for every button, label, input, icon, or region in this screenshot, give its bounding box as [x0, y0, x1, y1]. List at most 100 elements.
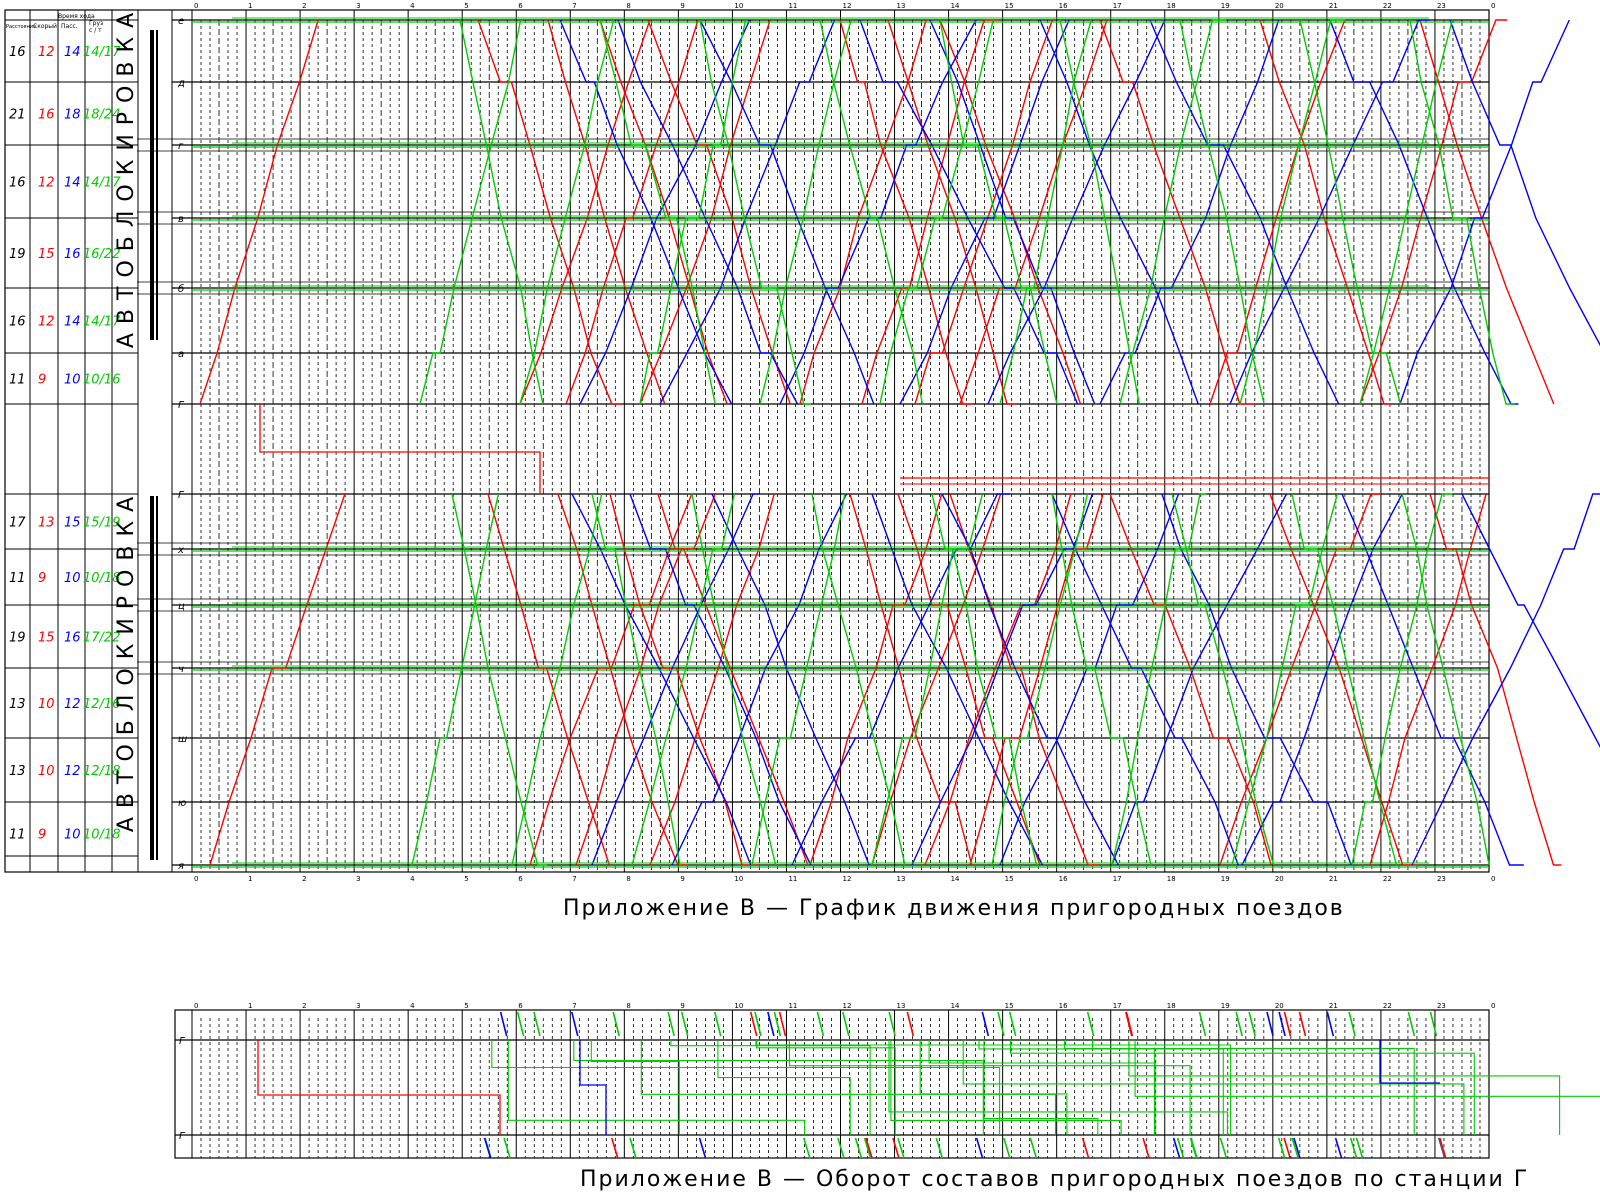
hour-label-bottom: 5	[464, 875, 468, 883]
turnaround-arrival	[516, 1011, 525, 1037]
segment-distance: 11	[9, 571, 26, 586]
segment-pass-time: 14	[64, 45, 81, 60]
turnaround-arrival	[533, 1011, 541, 1037]
turnaround-station-label: Г	[179, 1036, 186, 1047]
segment-fast-time: 10	[38, 697, 55, 712]
station-label: а	[178, 349, 184, 360]
segment-fast-time: 10	[38, 764, 55, 779]
signal-bar	[156, 496, 158, 860]
hour-label-top: 19	[1221, 2, 1230, 10]
header-pass: Пасс.	[61, 23, 78, 30]
hour-label-bottom: 2	[302, 875, 306, 883]
turnaround-link	[257, 1040, 501, 1135]
hour-label-top: 1	[248, 2, 252, 10]
hour-label-top: 18	[1167, 2, 1176, 10]
signal-bar	[156, 30, 158, 340]
segment-pass-time: 16	[64, 247, 81, 262]
turnaround-hour-label: 10	[734, 1002, 743, 1010]
segment-pass-time: 10	[64, 373, 81, 388]
turnaround-departure	[1439, 1137, 1447, 1159]
train-line	[1461, 493, 1600, 748]
station-label: ш	[178, 734, 187, 745]
hour-label-top: 3	[356, 2, 360, 10]
turnaround-arrival	[1125, 1011, 1134, 1037]
segment-pass-time: 16	[64, 631, 81, 646]
turnaround-hour-label: 12	[843, 1002, 852, 1010]
segment-fast-time: 13	[38, 516, 55, 531]
turnaround-hour-label: 21	[1329, 1002, 1338, 1010]
hour-label-bottom: 0	[194, 875, 198, 883]
turnaround-caption: Приложение В — Оборот составов пригородн…	[580, 1167, 1530, 1192]
hour-label-bottom: 12	[843, 875, 852, 883]
train-line	[1341, 493, 1524, 866]
turnaround-arrival	[571, 1011, 579, 1037]
turnaround-hour-label: 17	[1113, 1002, 1122, 1010]
station-label: е	[178, 16, 184, 27]
hour-label-top: 4	[410, 2, 415, 10]
turnaround-departure	[975, 1137, 984, 1159]
signal-bar	[150, 496, 154, 860]
segment-pass-time: 18	[64, 108, 81, 123]
turnaround-link	[507, 1040, 806, 1135]
hour-label-bottom: 16	[1059, 875, 1068, 883]
turnaround-departure	[1189, 1137, 1198, 1159]
turnaround-hour-label: 9	[680, 1002, 684, 1010]
station-label: ц	[178, 601, 185, 612]
turnaround-hour-label: 18	[1167, 1002, 1176, 1010]
turnaround-station-label: Г	[179, 1131, 186, 1142]
autoblock-label: АВТОБЛОКИРОВКА	[114, 488, 139, 832]
train-line	[871, 493, 1002, 866]
hour-label-bottom: 14	[951, 875, 960, 883]
hour-label-bottom: 3	[356, 875, 360, 883]
hour-label-bottom: 0	[1491, 875, 1495, 883]
segment-pass-time: 14	[64, 315, 81, 330]
turnaround-hour-label: 13	[897, 1002, 906, 1010]
turnaround-arrival	[1407, 1011, 1416, 1037]
turnaround-hour-label: 6	[518, 1002, 523, 1010]
segment-freight-time: 10/16	[83, 373, 120, 388]
turnaround-departure	[1142, 1137, 1150, 1159]
train-line	[575, 493, 716, 866]
train-line	[411, 493, 500, 866]
station-label: Г	[178, 490, 185, 501]
hour-label-bottom: 6	[518, 875, 523, 883]
hour-label-top: 9	[680, 2, 684, 10]
hour-label-top: 12	[843, 2, 852, 10]
hour-label-top: 0	[1491, 2, 1495, 10]
hour-label-top: 14	[951, 2, 960, 10]
turnaround-link	[1134, 1040, 1600, 1097]
main-schedule-grid: 0011223344556677889910101111121213131414…	[4, 2, 1495, 883]
turnaround-departure	[1029, 1137, 1038, 1159]
train-line	[1231, 493, 1338, 866]
station-label: в	[178, 214, 184, 225]
turnaround-hour-label: 22	[1383, 1002, 1392, 1010]
turnaround-hour-label: 1	[248, 1002, 252, 1010]
header-distance: Расстояние	[6, 24, 36, 30]
station-label: Г	[178, 400, 185, 411]
hour-label-bottom: 8	[626, 875, 630, 883]
turnaround-departure	[698, 1137, 707, 1159]
hour-label-top: 23	[1437, 2, 1446, 10]
segment-distance: 16	[9, 315, 26, 330]
train-line	[209, 493, 346, 866]
train-line	[1111, 493, 1207, 866]
station-label: б	[178, 283, 184, 295]
turnaround-hour-label: 23	[1437, 1002, 1446, 1010]
segment-distance: 13	[9, 697, 26, 712]
header-freight: Груз	[89, 20, 103, 27]
segment-fast-time: 12	[38, 176, 55, 191]
hour-label-bottom: 7	[572, 875, 576, 883]
autoblock-label: АВТОБЛОКИРОВКА	[114, 4, 139, 348]
segment-pass-time: 15	[64, 516, 81, 531]
hour-label-bottom: 20	[1275, 875, 1284, 883]
turnaround-departure	[1003, 1137, 1011, 1159]
hour-label-bottom: 22	[1383, 875, 1392, 883]
turnaround-departure	[1219, 1137, 1228, 1159]
turnaround-departure	[1283, 1137, 1291, 1159]
station-label: х	[177, 545, 184, 556]
train-line	[1171, 493, 1275, 866]
hour-label-bottom: 10	[734, 875, 743, 883]
segment-pass-time: 14	[64, 176, 81, 191]
train-line	[1429, 493, 1562, 866]
hour-label-top: 16	[1059, 2, 1068, 10]
